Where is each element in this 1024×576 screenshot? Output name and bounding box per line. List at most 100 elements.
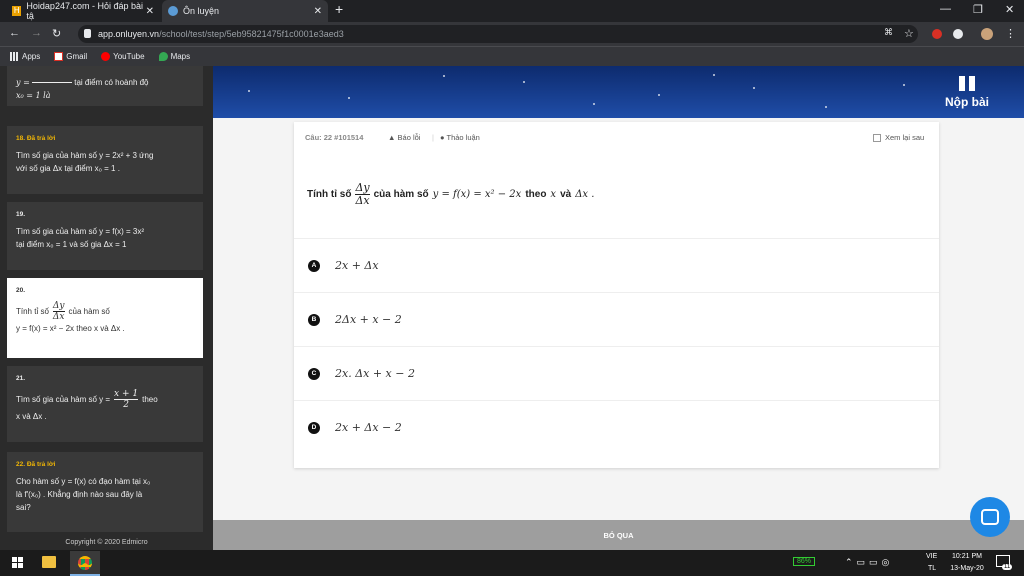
report-label: Báo lỗi: [397, 133, 421, 142]
option-c[interactable]: C 2x. Δx + x − 2: [294, 346, 939, 400]
bookmark-star-icon[interactable]: ☆: [904, 27, 914, 40]
back-icon[interactable]: ←: [9, 27, 20, 39]
option-letter: A: [308, 259, 320, 272]
card-text: Tìm số gia của hàm số y = 2x² + 3 ứng: [16, 151, 154, 160]
bookmark-label: YouTube: [113, 51, 145, 61]
url-domain: app.onluyen.vn: [98, 29, 160, 39]
chat-icon: [981, 509, 999, 525]
maps-pin-icon: [158, 52, 168, 62]
profile-avatar[interactable]: [981, 28, 993, 40]
option-letter: B: [308, 313, 320, 326]
question-card-22[interactable]: 22. Đã trả lời Cho hàm số y = f(x) có đạ…: [7, 452, 203, 532]
question-conjunction: và: [560, 189, 572, 200]
close-tab-icon[interactable]: ✕: [146, 6, 154, 17]
chat-bubble-icon: ●: [440, 133, 445, 142]
bookmark-youtube[interactable]: YouTube: [101, 51, 145, 62]
close-tab-icon[interactable]: ✕: [314, 6, 322, 17]
question-list-sidebar[interactable]: y = tại điểm có hoành độ x₀ = 1 là 18. Đ…: [0, 66, 213, 550]
menu-kebab-icon[interactable]: ⋮: [1005, 27, 1016, 40]
bookmark-label: Gmail: [66, 51, 88, 61]
card-number: 22.: [16, 461, 26, 468]
card-number: 18.: [16, 135, 26, 142]
fraction: Δy Δx: [52, 301, 65, 322]
question-card-18[interactable]: 18. Đã trả lời Tìm số gia của hàm số y =…: [7, 126, 203, 194]
tab-onluyen[interactable]: Ôn luyện ✕: [162, 0, 328, 22]
fraction-numerator: Δy: [52, 301, 65, 311]
chat-support-button[interactable]: [970, 497, 1010, 537]
clock-time[interactable]: 10:21 PM: [950, 553, 984, 560]
review-later-label: Xem lại sau: [885, 133, 925, 142]
tab-title: Hoidap247.com - Hỏi đáp bài tậ: [26, 1, 143, 21]
file-explorer-icon[interactable]: [42, 556, 56, 568]
translate-icon[interactable]: ⌘: [884, 27, 893, 38]
input-method-indicator[interactable]: TL: [928, 565, 936, 572]
apps-grid-icon: [10, 52, 19, 62]
clock-date[interactable]: 13-May-20: [946, 565, 988, 572]
question-card-20[interactable]: 20. Tính tỉ số Δy Δx của hàm số y = f(x) = …: [7, 278, 203, 358]
bookmark-gmail[interactable]: Gmail: [54, 51, 88, 62]
question-id: Câu: 22 #101514: [305, 133, 364, 142]
question-card-21[interactable]: 21. Tìm số gia của hàm số y = x + 1 2 theo …: [7, 366, 203, 442]
discussion-link[interactable]: ● Thảo luận: [440, 133, 480, 142]
extension-icon[interactable]: [932, 29, 942, 39]
new-tab-icon[interactable]: +: [335, 1, 343, 17]
language-indicator[interactable]: VIE: [926, 553, 937, 560]
card-text: của hàm số: [68, 307, 110, 316]
card-number: 21.: [16, 375, 26, 382]
checkbox-icon: [873, 134, 881, 143]
card-text: tại điểm có hoành độ: [74, 78, 149, 87]
chrome-icon: [78, 556, 92, 570]
address-bar[interactable]: app.onluyen.vn/school/test/step/5eb95821…: [78, 25, 918, 43]
review-later-checkbox[interactable]: Xem lại sau: [873, 133, 925, 143]
reload-icon[interactable]: ↻: [52, 27, 61, 40]
card-text: x₀ = 1 là: [16, 91, 51, 100]
report-error-link[interactable]: ▲ Báo lỗi: [388, 133, 420, 142]
question-prefix: Tính tỉ số: [307, 189, 352, 200]
card-text: là f′(x₀) . Khẳng định nào sau đây là: [16, 490, 143, 499]
submit-label: Nộp bài: [945, 95, 989, 109]
close-window-icon[interactable]: ✕: [1005, 3, 1014, 16]
header-banner: [213, 66, 1024, 118]
bookmarks-bar: Apps Gmail YouTube Maps: [0, 46, 1024, 66]
option-letter: D: [308, 421, 320, 434]
fraction-denominator: 2: [123, 400, 129, 410]
question-card-19[interactable]: 19. Tìm số gia của hàm số y = f(x) = 3x²…: [7, 202, 203, 270]
question-variable: Δx .: [575, 189, 595, 200]
fraction-denominator: Δx: [355, 194, 370, 207]
fraction-numerator: x + 1: [114, 389, 139, 399]
system-tray-icons[interactable]: ⌃▭▭◎: [845, 557, 893, 568]
answered-badge: Đã trả lời: [26, 461, 56, 468]
extension-icon[interactable]: [953, 29, 963, 39]
card-number: 20.: [16, 287, 26, 294]
submit-button[interactable]: Nộp bài: [940, 74, 994, 109]
option-a[interactable]: A 2x + Δx: [294, 238, 939, 292]
answered-badge: Đã trả lời: [26, 135, 56, 142]
url-path: /school/test/step/5eb95821475f1c0001e3ae…: [159, 29, 344, 39]
divider: |: [432, 133, 434, 142]
card-text: Tính tỉ số: [16, 307, 49, 316]
fraction-denominator: Δx: [52, 312, 65, 322]
fraction: Δy Δx: [355, 182, 370, 207]
tab-hoidap[interactable]: H Hoidap247.com - Hỏi đáp bài tậ ✕: [6, 0, 160, 22]
question-middle: của hàm số: [373, 189, 429, 200]
battery-indicator[interactable]: 86%: [793, 557, 816, 566]
minimize-icon[interactable]: —: [940, 3, 951, 15]
hoidap-favicon-icon: H: [12, 6, 22, 16]
question-formula: y = f(x) = x² − 2x: [432, 189, 522, 200]
youtube-icon: [101, 52, 111, 62]
option-value: 2Δx + x − 2: [335, 313, 402, 326]
question-card-17[interactable]: y = tại điểm có hoành độ x₀ = 1 là: [7, 66, 203, 106]
bookmark-maps[interactable]: Maps: [158, 52, 190, 62]
card-text: tại điểm x₀ = 1 và số gia Δx = 1: [16, 240, 127, 249]
maximize-icon[interactable]: ❐: [973, 3, 983, 16]
warning-icon: ▲: [388, 133, 396, 142]
option-b[interactable]: B 2Δx + x − 2: [294, 292, 939, 346]
skip-button[interactable]: BỎ QUA: [213, 520, 1024, 550]
bookmark-apps[interactable]: Apps: [10, 52, 40, 62]
windows-start-icon[interactable]: [12, 557, 23, 568]
forward-icon[interactable]: →: [31, 27, 42, 39]
option-d[interactable]: D 2x + Δx − 2: [294, 400, 939, 454]
chrome-taskbar-button[interactable]: [70, 551, 100, 576]
option-value: 2x + Δx: [335, 259, 379, 272]
card-text: với số gia Δx tại điểm x₀ = 1 .: [16, 164, 120, 173]
